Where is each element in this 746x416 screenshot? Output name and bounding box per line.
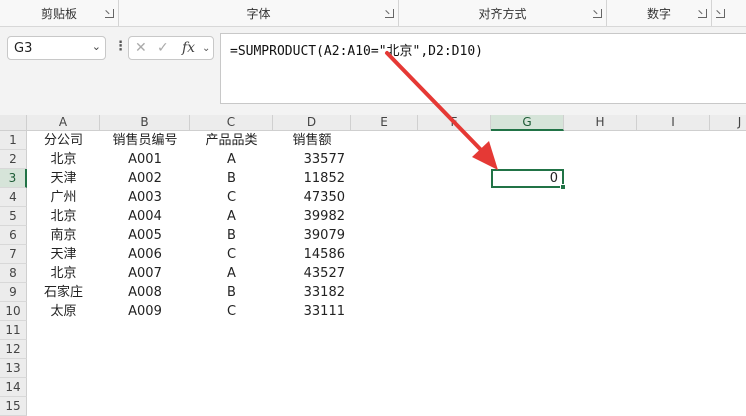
column-header-j[interactable]: J <box>710 115 746 131</box>
cell-sales[interactable]: 33577 <box>273 150 351 169</box>
cell-category[interactable]: A <box>190 150 273 169</box>
row-header-13[interactable]: 13 <box>0 359 27 378</box>
row-header-6[interactable]: 6 <box>0 226 27 245</box>
column-header-h[interactable]: H <box>564 115 637 131</box>
row-header-14[interactable]: 14 <box>0 378 27 397</box>
cell-branch[interactable]: 南京 <box>27 226 100 245</box>
row-header-8[interactable]: 8 <box>0 264 27 283</box>
cell-branch[interactable]: 北京 <box>27 264 100 283</box>
dialog-launcher-icon[interactable] <box>105 9 114 18</box>
cell-category[interactable]: B <box>190 283 273 302</box>
header-cell-branch[interactable]: 分公司 <box>27 131 100 150</box>
dialog-launcher-icon[interactable] <box>698 9 707 18</box>
cell-category[interactable]: C <box>190 188 273 207</box>
name-box-value: G3 <box>14 41 33 56</box>
header-cell-category[interactable]: 产品品类 <box>190 131 273 150</box>
row-header-10[interactable]: 10 <box>0 302 27 321</box>
formula-text: =SUMPRODUCT(A2:A10="北京",D2:D10) <box>230 44 483 59</box>
formula-buttons: ✕ ✓ fx ⌄ <box>128 36 214 60</box>
ribbon-group-partial <box>712 0 746 26</box>
ribbon-group-font: 字体 <box>119 0 399 26</box>
cell-salesperson-id[interactable]: A004 <box>100 207 190 226</box>
column-header-d[interactable]: D <box>273 115 351 131</box>
chevron-down-icon[interactable]: ⌄ <box>202 43 210 54</box>
cell-branch[interactable]: 广州 <box>27 188 100 207</box>
more-options-icon[interactable]: ⋮ <box>114 39 127 54</box>
ribbon-group-label: 剪贴板 <box>40 7 77 21</box>
column-header-f[interactable]: F <box>418 115 491 131</box>
insert-function-icon[interactable]: fx <box>182 40 195 56</box>
fill-handle[interactable] <box>560 184 566 190</box>
cell-branch[interactable]: 天津 <box>27 169 100 188</box>
header-cell-sales[interactable]: 销售额 <box>273 131 351 150</box>
cell-salesperson-id[interactable]: A001 <box>100 150 190 169</box>
cell-salesperson-id[interactable]: A007 <box>100 264 190 283</box>
cell-sales[interactable]: 11852 <box>273 169 351 188</box>
dialog-launcher-icon[interactable] <box>716 9 725 18</box>
column-header-i[interactable]: I <box>637 115 710 131</box>
formula-input[interactable]: =SUMPRODUCT(A2:A10="北京",D2:D10) <box>220 33 746 104</box>
dialog-launcher-icon[interactable] <box>593 9 602 18</box>
selected-cell-border <box>491 169 564 188</box>
cell-branch[interactable]: 北京 <box>27 207 100 226</box>
cell-sales[interactable]: 33111 <box>273 302 351 321</box>
ribbon-group-label: 字体 <box>246 7 271 21</box>
row-header-11[interactable]: 11 <box>0 321 27 340</box>
header-cell-salesperson-id[interactable]: 销售员编号 <box>100 131 190 150</box>
ribbon-group-alignment: 对齐方式 <box>399 0 607 26</box>
row-header-1[interactable]: 1 <box>0 131 27 150</box>
cell-sales[interactable]: 39982 <box>273 207 351 226</box>
column-header-c[interactable]: C <box>190 115 273 131</box>
cell-category[interactable]: A <box>190 264 273 283</box>
formula-bar-area: G3 ⌄ ⋮ ✕ ✓ fx ⌄ =SUMPRODUCT(A2:A10="北京",… <box>0 27 746 113</box>
chevron-down-icon[interactable]: ⌄ <box>92 40 101 53</box>
cell-category[interactable]: A <box>190 207 273 226</box>
cell-branch[interactable]: 太原 <box>27 302 100 321</box>
row-header-4[interactable]: 4 <box>0 188 27 207</box>
cell-salesperson-id[interactable]: A006 <box>100 245 190 264</box>
row-header-7[interactable]: 7 <box>0 245 27 264</box>
cancel-icon[interactable]: ✕ <box>135 40 147 56</box>
row-header-9[interactable]: 9 <box>0 283 27 302</box>
ribbon-group-number: 数字 <box>607 0 712 26</box>
cell-salesperson-id[interactable]: A008 <box>100 283 190 302</box>
cell-category[interactable]: C <box>190 302 273 321</box>
ribbon-group-label: 数字 <box>646 7 671 21</box>
cell-category[interactable]: C <box>190 245 273 264</box>
cell-category[interactable]: B <box>190 169 273 188</box>
cell-sales[interactable]: 33182 <box>273 283 351 302</box>
column-header-a[interactable]: A <box>27 115 100 131</box>
row-header-5[interactable]: 5 <box>0 207 27 226</box>
cell-branch[interactable]: 石家庄 <box>27 283 100 302</box>
column-header-b[interactable]: B <box>100 115 190 131</box>
select-all-corner[interactable] <box>0 115 27 131</box>
ribbon: 剪贴板 字体 对齐方式 数字 <box>0 0 746 27</box>
cell-sales[interactable]: 43527 <box>273 264 351 283</box>
enter-check-icon[interactable]: ✓ <box>157 40 169 56</box>
ribbon-group-label: 对齐方式 <box>478 7 527 21</box>
row-header-12[interactable]: 12 <box>0 340 27 359</box>
cell-branch[interactable]: 天津 <box>27 245 100 264</box>
worksheet-grid[interactable]: ABCDEFGHIJ 1 2 3 4 5 6 7 8 9 10 11 12 13 14 15 分公司 销售员编… <box>0 115 746 416</box>
cell-branch[interactable]: 北京 <box>27 150 100 169</box>
cell-sales[interactable]: 14586 <box>273 245 351 264</box>
dialog-launcher-icon[interactable] <box>385 9 394 18</box>
cell-sales[interactable]: 39079 <box>273 226 351 245</box>
cell-category[interactable]: B <box>190 226 273 245</box>
name-box[interactable]: G3 ⌄ <box>7 36 106 60</box>
row-header-15[interactable]: 15 <box>0 397 27 416</box>
ribbon-group-clipboard: 剪贴板 <box>0 0 119 26</box>
row-header-2[interactable]: 2 <box>0 150 27 169</box>
cell-sales[interactable]: 47350 <box>273 188 351 207</box>
cell-salesperson-id[interactable]: A005 <box>100 226 190 245</box>
row-header-3[interactable]: 3 <box>0 169 27 188</box>
cell-salesperson-id[interactable]: A009 <box>100 302 190 321</box>
column-header-e[interactable]: E <box>351 115 418 131</box>
column-header-g[interactable]: G <box>491 115 564 131</box>
cell-salesperson-id[interactable]: A002 <box>100 169 190 188</box>
cell-salesperson-id[interactable]: A003 <box>100 188 190 207</box>
